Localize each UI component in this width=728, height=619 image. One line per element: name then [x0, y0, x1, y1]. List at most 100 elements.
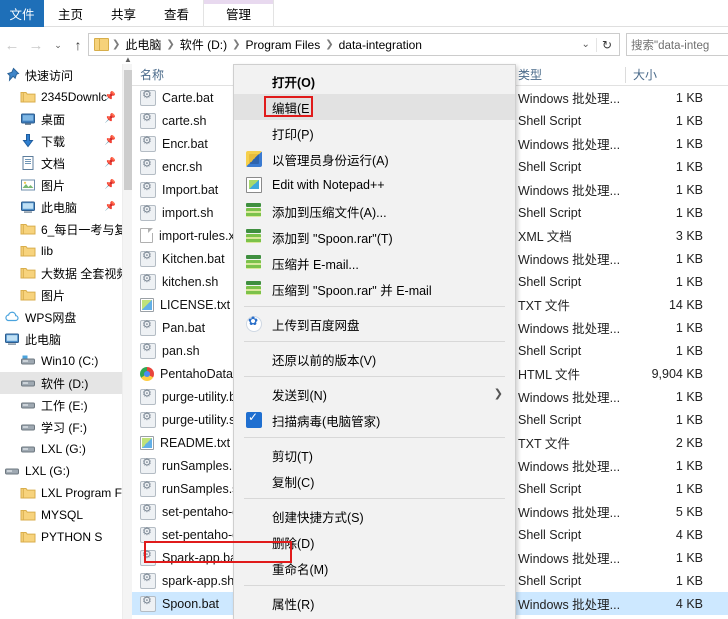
menu-item-14[interactable]: 复制(C)	[234, 468, 515, 494]
sidebar-item-1[interactable]: 2345Downlc 📌	[0, 86, 122, 108]
menu-item-10[interactable]: 还原以前的版本(V)	[234, 346, 515, 372]
sidebar-item-3[interactable]: 下载 📌	[0, 130, 122, 152]
sidebar-item-5[interactable]: 图片 📌	[0, 174, 122, 196]
search-input[interactable]: 搜索"data-integ	[626, 33, 728, 56]
ribbon-tab-2[interactable]: 共享	[97, 0, 150, 27]
sidebar-item-18[interactable]: LXL (G:)	[0, 460, 122, 482]
bat-icon	[140, 319, 156, 336]
menu-item-18[interactable]: 属性(R)	[234, 590, 515, 616]
menu-item-1[interactable]: 编辑(E	[234, 94, 515, 120]
refresh-icon[interactable]: ↻	[595, 37, 617, 52]
breadcrumb-item-2[interactable]: Program Files	[242, 38, 325, 52]
ribbon-tab-label: 查看	[164, 8, 190, 22]
folder-icon	[20, 529, 36, 545]
navigation-pane[interactable]: 快速访问2345Downlc📌桌面📌下载📌文档📌图片📌此电脑📌6_每日一考与复录…	[0, 64, 122, 619]
menu-item-5[interactable]: 添加到压缩文件(A)...	[234, 198, 515, 224]
menu-item-9[interactable]: 上传到百度网盘	[234, 311, 515, 337]
cell-type: XML 文档	[518, 230, 572, 244]
cell-size: 1 KB	[675, 136, 703, 151]
menu-item-2[interactable]: 打印(P)	[234, 120, 515, 146]
bat-icon	[140, 572, 156, 589]
breadcrumb-item-0[interactable]: 此电脑	[121, 36, 165, 53]
drive-icon	[20, 419, 36, 435]
sidebar-item-9[interactable]: 大数据 全套视频	[0, 262, 122, 284]
menu-separator	[244, 585, 505, 586]
breadcrumb-separator: ❯	[325, 39, 334, 50]
breadcrumb-item-3[interactable]: data-integration	[335, 38, 426, 52]
menu-item-8[interactable]: 压缩到 "Spoon.rar" 并 E-mail	[234, 276, 515, 302]
file-name: README.txt	[160, 435, 231, 450]
context-menu[interactable]: 打开(O) 编辑(E 打印(P) 以管理员身份运行(A) Edit with Notep…	[233, 64, 516, 619]
column-header-type[interactable]: 类型	[510, 64, 625, 86]
menu-item-label: 压缩到 "Spoon.rar" 并 E-mail	[272, 283, 432, 298]
sidebar-item-20[interactable]: MYSQL	[0, 504, 122, 526]
chevron-down-icon[interactable]: ⌄	[576, 39, 596, 50]
menu-item-12[interactable]: 扫描病毒(电脑管家)	[234, 407, 515, 433]
ribbon-tab-1[interactable]: 主页	[44, 0, 97, 27]
sidebar-scrollbar[interactable]: ▲	[122, 55, 132, 619]
bat-icon	[140, 526, 156, 543]
sidebar-item-4[interactable]: 文档 📌	[0, 152, 122, 174]
file-name: Spark-app.bat	[162, 550, 241, 565]
menu-item-4[interactable]: Edit with Notepad++	[234, 172, 515, 198]
sidebar-item-10[interactable]: 图片	[0, 284, 122, 306]
sidebar-item-label: 下载	[41, 134, 66, 149]
sidebar-item-label: Win10 (C:)	[41, 354, 99, 368]
ribbon-tab-0[interactable]: 文件	[0, 0, 44, 27]
pin-icon[interactable]: 📌	[105, 135, 116, 146]
drive-icon	[4, 463, 20, 479]
sidebar-item-19[interactable]: LXL Program F	[0, 482, 122, 504]
back-icon[interactable]: ←	[2, 35, 22, 55]
bat-icon	[140, 595, 156, 612]
scrollbar-thumb[interactable]	[124, 70, 132, 190]
address-bar[interactable]: ❯ 此电脑 ❯ 软件 (D:) ❯ Program Files ❯ data-integrat…	[88, 33, 620, 56]
folder-icon	[20, 243, 36, 259]
pin-icon[interactable]: 📌	[105, 157, 116, 168]
pin-icon[interactable]: 📌	[105, 179, 116, 190]
pin-icon[interactable]: 📌	[105, 91, 116, 102]
sidebar-item-17[interactable]: LXL (G:)	[0, 438, 122, 460]
breadcrumb-item-1[interactable]: 软件 (D:)	[176, 36, 231, 53]
menu-item-15[interactable]: 创建快捷方式(S)	[234, 503, 515, 529]
scroll-up-icon[interactable]: ▲	[124, 55, 132, 64]
bat-icon	[140, 342, 156, 359]
sidebar-item-label: MYSQL	[41, 508, 84, 522]
recent-locations-icon[interactable]: ⌄	[48, 35, 68, 55]
sidebar-item-15[interactable]: 工作 (E:)	[0, 394, 122, 416]
menu-item-7[interactable]: 压缩并 E-mail...	[234, 250, 515, 276]
sidebar-item-2[interactable]: 桌面 📌	[0, 108, 122, 130]
ribbon-tab-3[interactable]: 查看	[150, 0, 203, 27]
sidebar-item-6[interactable]: 此电脑 📌	[0, 196, 122, 218]
menu-item-0[interactable]: 打开(O)	[234, 68, 515, 94]
sidebar-item-14[interactable]: 软件 (D:)	[0, 372, 122, 394]
sidebar-item-13[interactable]: Win10 (C:)	[0, 350, 122, 372]
bat-icon	[140, 250, 156, 267]
menu-item-13[interactable]: 剪切(T)	[234, 442, 515, 468]
menu-item-3[interactable]: 以管理员身份运行(A)	[234, 146, 515, 172]
ribbon-tabstrip: 文件 主页 共享 查看 管理	[0, 0, 728, 27]
menu-item-17[interactable]: 重命名(M)	[234, 555, 515, 581]
sidebar-item-16[interactable]: 学习 (F:)	[0, 416, 122, 438]
menu-item-16[interactable]: 删除(D)	[234, 529, 515, 555]
forward-icon[interactable]: →	[26, 35, 46, 55]
column-header-size[interactable]: 大小	[625, 64, 715, 86]
up-icon[interactable]: ↑	[68, 35, 88, 55]
sidebar-item-12[interactable]: 此电脑	[0, 328, 122, 350]
cell-type: Shell Script	[518, 527, 582, 542]
file-name: carte.sh	[162, 113, 207, 128]
pin-icon[interactable]: 📌	[105, 113, 116, 124]
sidebar-item-21[interactable]: PYTHON S	[0, 526, 122, 548]
cell-size: 1 KB	[675, 251, 703, 266]
pin-icon[interactable]: 📌	[105, 201, 116, 212]
folder-icon	[20, 89, 36, 105]
ribbon-tab-4[interactable]: 管理	[203, 0, 275, 27]
sidebar-item-8[interactable]: lib	[0, 240, 122, 262]
sidebar-item-0[interactable]: 快速访问	[0, 64, 122, 86]
sidebar-item-11[interactable]: WPS网盘	[0, 306, 122, 328]
menu-item-11[interactable]: 发送到(N) ❯	[234, 381, 515, 407]
menu-item-6[interactable]: 添加到 "Spoon.rar"(T)	[234, 224, 515, 250]
menu-item-label: 以管理员身份运行(A)	[272, 153, 389, 168]
bat-icon	[140, 89, 156, 106]
menu-item-label: 删除(D)	[272, 536, 315, 551]
sidebar-item-7[interactable]: 6_每日一考与复录	[0, 218, 122, 240]
